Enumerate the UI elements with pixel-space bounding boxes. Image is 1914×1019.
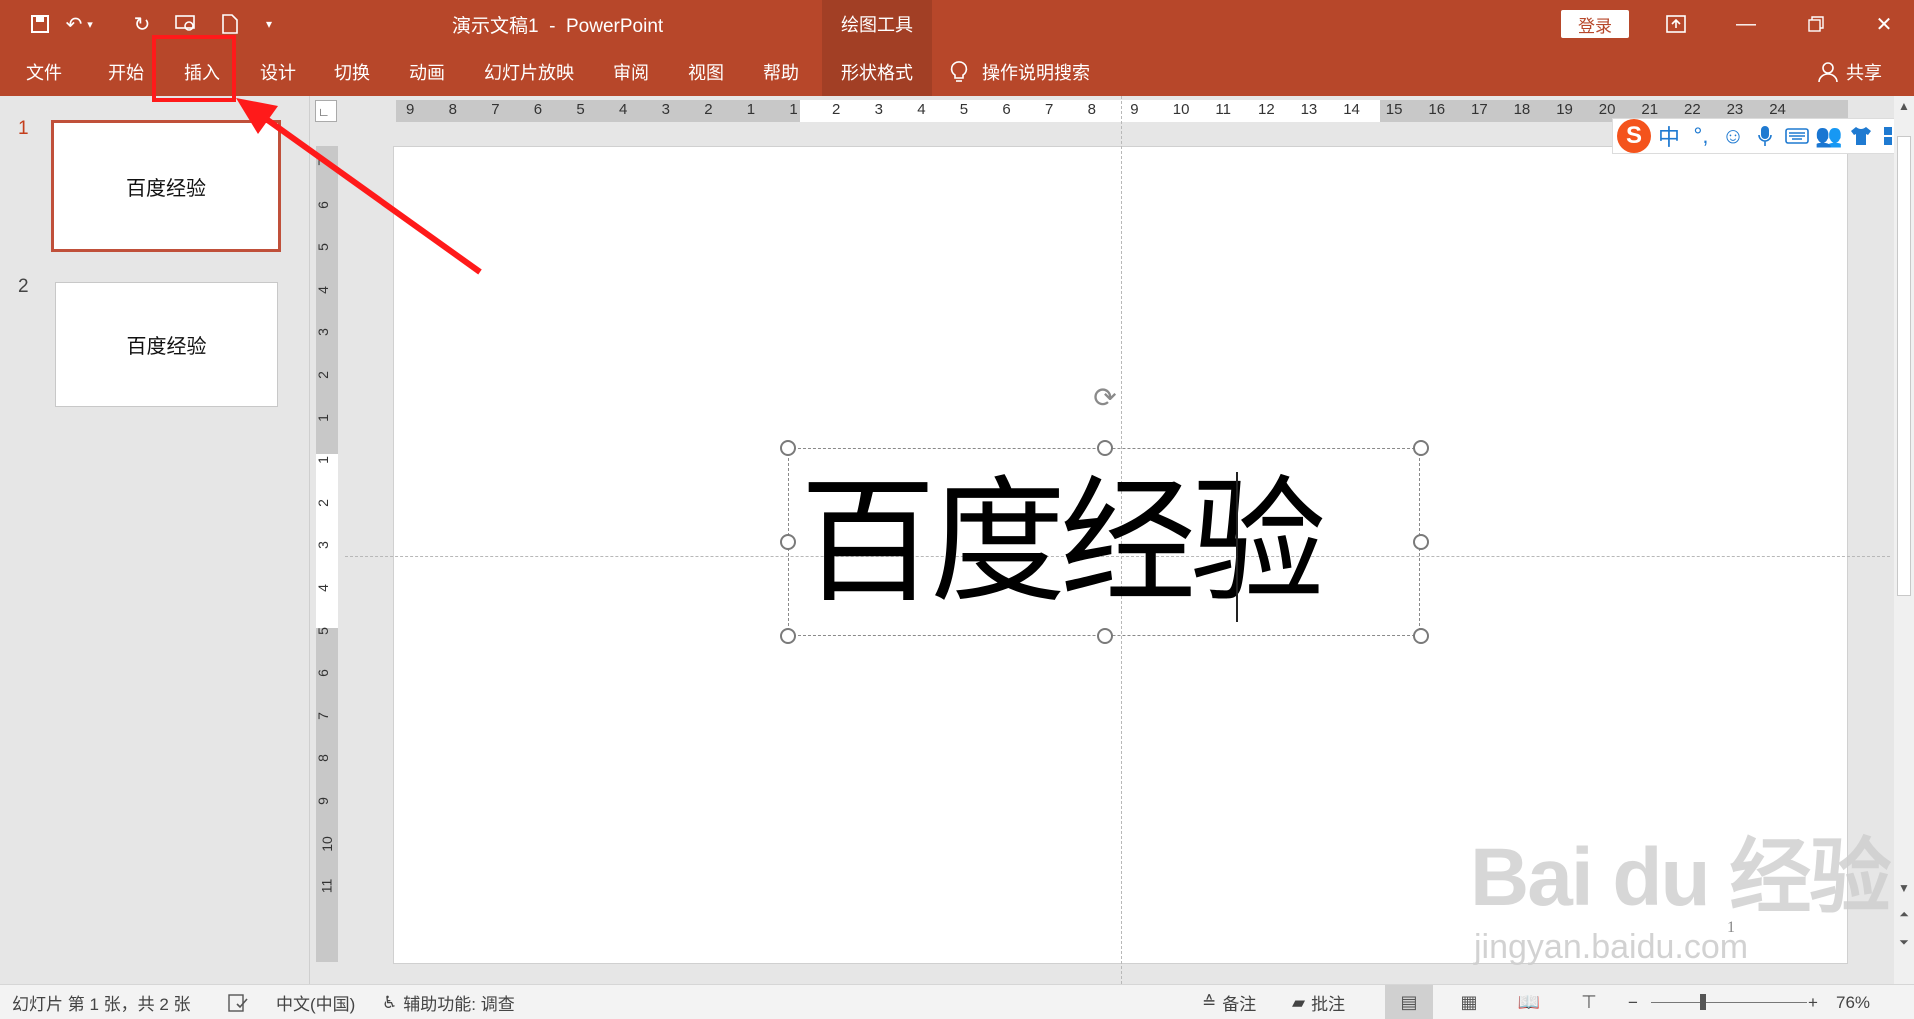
powerpoint-window: ↶ ▾ ↻ ▾ 演示文稿1 - PowerPoint 绘图工具 登录 — ✕ 文… [0, 0, 1914, 1019]
annotation-arrow [236, 98, 482, 275]
